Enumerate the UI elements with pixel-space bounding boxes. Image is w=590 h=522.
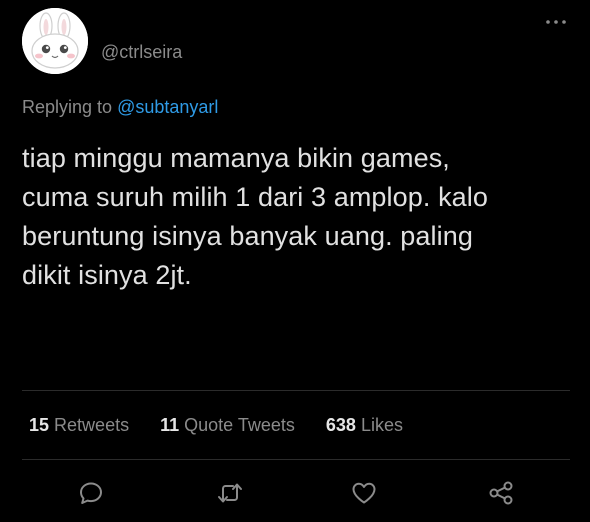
heart-icon bbox=[352, 482, 376, 504]
action-bar bbox=[0, 479, 590, 507]
retweets-label: Retweets bbox=[54, 415, 130, 435]
share-button[interactable] bbox=[487, 479, 515, 507]
quote-tweets-stat[interactable]: 11 Quote Tweets bbox=[160, 414, 295, 436]
divider bbox=[22, 390, 570, 391]
quote-tweets-count: 11 bbox=[160, 415, 180, 435]
likes-stat[interactable]: 638 Likes bbox=[326, 414, 403, 436]
replying-to-line: Replying to @subtanyarl bbox=[22, 96, 218, 118]
tweet-text-line: dikit isinya 2jt. bbox=[22, 260, 192, 290]
tweet-text-line: tiap minggu mamanya bikin games, bbox=[22, 143, 450, 173]
bunny-face-icon bbox=[22, 8, 88, 74]
tweet-text-line: cuma suruh milih 1 dari 3 amplop. kalo bbox=[22, 182, 489, 212]
author-handle[interactable]: @ctrlseira bbox=[101, 41, 182, 63]
reply-button[interactable] bbox=[77, 479, 105, 507]
share-icon bbox=[489, 481, 513, 505]
more-dots-icon bbox=[546, 20, 566, 24]
reply-bubble-icon bbox=[80, 482, 102, 504]
engagement-stats: 15 Retweets 11 Quote Tweets 638 Likes bbox=[29, 414, 429, 436]
tweet-text-line: beruntung isinya banyak uang. paling bbox=[22, 221, 473, 251]
likes-count: 638 bbox=[325, 415, 356, 435]
replying-to-mention[interactable]: @subtanyarl bbox=[117, 97, 218, 117]
retweet-icon bbox=[218, 483, 242, 503]
retweet-button[interactable] bbox=[216, 479, 244, 507]
replying-prefix: Replying to bbox=[22, 97, 113, 117]
likes-label: Likes bbox=[360, 415, 403, 435]
like-button[interactable] bbox=[350, 479, 378, 507]
retweets-count: 15 bbox=[29, 415, 50, 435]
tweet-text: tiap minggu mamanya bikin games, cuma su… bbox=[22, 139, 567, 295]
divider bbox=[22, 459, 570, 460]
retweets-stat[interactable]: 15 Retweets bbox=[29, 414, 129, 436]
more-options-button[interactable] bbox=[544, 14, 568, 30]
quote-tweets-label: Quote Tweets bbox=[184, 415, 295, 435]
avatar[interactable] bbox=[22, 8, 88, 74]
